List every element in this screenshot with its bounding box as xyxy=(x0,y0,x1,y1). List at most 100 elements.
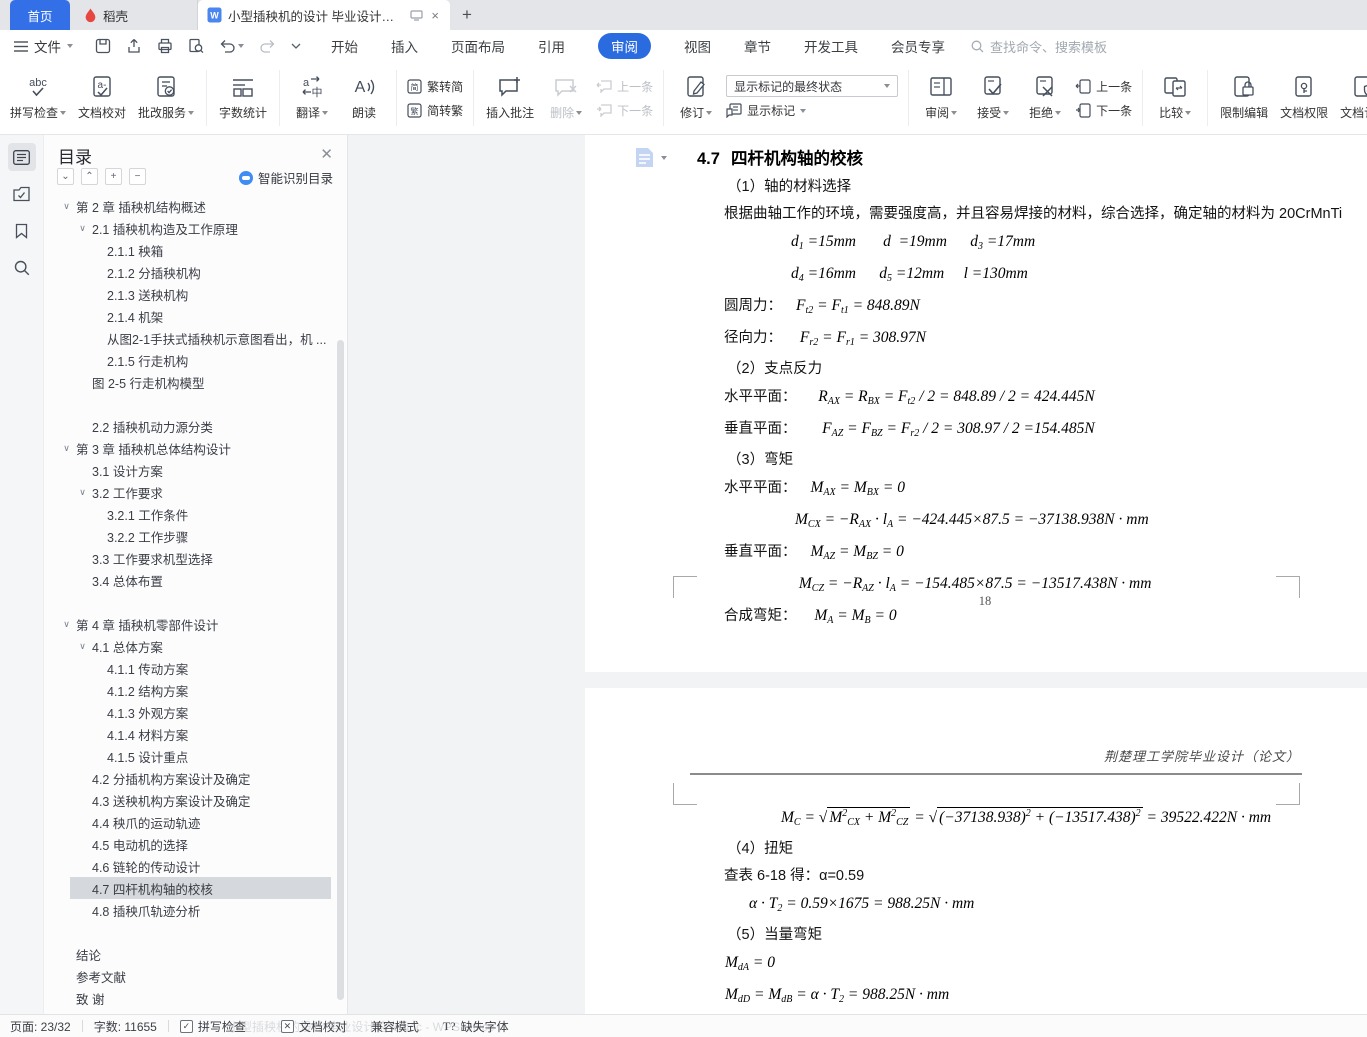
menu-item[interactable]: 视图 xyxy=(684,36,711,56)
bookmark-pane-button[interactable] xyxy=(8,217,36,245)
toc-item[interactable]: 图 2-5 行走机构模型 xyxy=(44,371,347,393)
insert-comment-button[interactable]: 插入批注 xyxy=(480,65,540,131)
compare-button[interactable]: 比较 xyxy=(1149,65,1201,131)
toc-collapse-caret[interactable]: ∨ xyxy=(62,201,71,212)
task-pane-button[interactable] xyxy=(8,180,36,208)
document-page-19[interactable]: 荆楚理工学院毕业设计（论文） MC = √ M2CX + M2CZ = √ (−37… xyxy=(585,688,1367,1014)
toc-collapse-caret[interactable]: ∨ xyxy=(78,487,87,498)
close-icon[interactable]: ✕ xyxy=(320,145,333,163)
menu-item[interactable]: 章节 xyxy=(744,36,771,56)
word-count-button[interactable]: 字数统计 xyxy=(213,65,273,131)
toc-item[interactable]: ∨ 2.1 插秧机构造及工作原理 xyxy=(44,217,347,239)
toolbar-more-button[interactable] xyxy=(291,43,301,49)
menu-item[interactable]: 开始 xyxy=(331,36,358,56)
expand-all-button[interactable]: ⌄ xyxy=(57,168,74,185)
tab-docer[interactable]: 稻壳 xyxy=(70,0,198,30)
toc-item[interactable]: 2.1.5 行走机构 xyxy=(44,349,347,371)
toc-scrollbar[interactable] xyxy=(337,340,344,1000)
menu-item[interactable]: 引用 xyxy=(538,36,565,56)
show-markup-button[interactable]: 显示标记 xyxy=(726,100,898,121)
trad-to-simp-button[interactable]: 简 繁转简 xyxy=(407,76,463,97)
toc-item[interactable]: ∨ 第 4 章 插秧机零部件设计 xyxy=(44,613,347,635)
toc-item[interactable]: 4.4 秧爪的运动轨迹 xyxy=(44,811,347,833)
tab-close-icon[interactable]: × xyxy=(429,8,441,23)
smart-toc-button[interactable]: 智能识别目录 xyxy=(238,168,333,187)
toc-item[interactable]: 参考文献 xyxy=(44,965,347,987)
next-change-button[interactable]: 下一条 xyxy=(1075,100,1132,121)
accept-button[interactable]: 接受 xyxy=(967,65,1019,131)
simp-to-trad-button[interactable]: 繁 简转繁 xyxy=(407,100,463,121)
toc-pane-button[interactable] xyxy=(7,143,36,171)
compat-mode-indicator[interactable]: 兼容模式 xyxy=(371,1018,419,1035)
translate-button[interactable]: a中 翻译 xyxy=(286,65,338,131)
file-menu[interactable]: 文件 xyxy=(14,36,73,56)
restrict-edit-button[interactable]: 限制编辑 xyxy=(1214,65,1274,131)
missing-fonts-button[interactable]: T? 缺失字体 xyxy=(443,1018,509,1035)
next-comment-button[interactable]: 下一条 xyxy=(596,100,653,121)
reject-button[interactable]: 拒绝 xyxy=(1019,65,1071,131)
correction-service-button[interactable]: 批改服务 xyxy=(132,65,200,131)
toc-item[interactable]: 4.1.1 传动方案 xyxy=(44,657,347,679)
find-pane-button[interactable] xyxy=(8,254,36,282)
menu-item[interactable]: 页面布局 xyxy=(451,36,505,56)
toc-item[interactable]: ∨ 第 3 章 插秧机总体结构设计 xyxy=(44,437,347,459)
toc-item[interactable]: 4.8 插秧爪轨迹分析 xyxy=(44,899,347,921)
toc-item[interactable]: 2.1.2 分插秧机构 xyxy=(44,261,347,283)
menu-item[interactable]: 会员专享 xyxy=(891,36,945,56)
read-aloud-button[interactable]: A 朗读 xyxy=(338,65,390,131)
toc-item[interactable]: 从图2-1手扶式插秧机示意图看出，机 ... xyxy=(44,327,347,349)
toc-item[interactable]: 4.1.3 外观方案 xyxy=(44,701,347,723)
toc-collapse-caret[interactable]: ∨ xyxy=(62,619,71,630)
toc-item[interactable]: 4.7 四杆机构轴的校核 xyxy=(70,877,331,899)
prev-change-button[interactable]: 上一条 xyxy=(1075,76,1132,97)
export-button[interactable] xyxy=(126,38,142,54)
collapse-all-button[interactable]: ⌃ xyxy=(81,168,98,185)
toc-item[interactable]: 3.3 工作要求机型选择 xyxy=(44,547,347,569)
spellcheck-toggle[interactable]: ✓ 拼写检查 xyxy=(179,1018,246,1035)
toc-item[interactable]: ∨ 4.1 总体方案 xyxy=(44,635,347,657)
toc-item[interactable]: 4.3 送秧机构方案设计及确定 xyxy=(44,789,347,811)
zoom-out-toc-button[interactable]: − xyxy=(129,168,146,185)
toc-item[interactable]: 3.1 设计方案 xyxy=(44,459,347,481)
tab-document[interactable]: W 小型插秧机的设计 毕业设计论文 × xyxy=(198,0,450,30)
print-button[interactable] xyxy=(157,38,173,54)
menu-item[interactable]: 插入 xyxy=(391,36,418,56)
toc-item[interactable]: 结论 xyxy=(44,943,347,965)
toc-item[interactable]: 4.1.2 结构方案 xyxy=(44,679,347,701)
toc-item[interactable]: 4.2 分插机构方案设计及确定 xyxy=(44,767,347,789)
tab-home[interactable]: 首页 xyxy=(10,0,70,30)
toc-collapse-caret[interactable]: ∨ xyxy=(62,443,71,454)
new-tab-button[interactable]: + xyxy=(450,0,484,30)
doc-permission-button[interactable]: 文档权限 xyxy=(1274,65,1334,131)
toc-item[interactable]: 3.2.1 工作条件 xyxy=(44,503,347,525)
proofread-toggle[interactable]: ✕ 文档校对 xyxy=(280,1018,347,1035)
toc-item[interactable]: 2.1.3 送秧机构 xyxy=(44,283,347,305)
review-pane-button[interactable]: 审阅 xyxy=(915,65,967,131)
delete-comment-button[interactable]: 删除 xyxy=(540,65,592,131)
doc-certify-button[interactable]: 文档认证 xyxy=(1334,65,1367,131)
spellcheck-button[interactable]: abc 拼写检查 xyxy=(4,65,72,131)
proofread-button[interactable]: a- 文档校对 xyxy=(72,65,132,131)
command-search[interactable]: 查找命令、搜索模板 xyxy=(971,37,1107,56)
toc-item[interactable]: 2.2 插秧机动力源分类 xyxy=(44,415,347,437)
paragraph-handle[interactable] xyxy=(635,147,667,168)
markup-state-combobox[interactable]: 显示标记的最终状态 xyxy=(726,75,899,97)
menu-item[interactable]: 开发工具 xyxy=(804,36,858,56)
undo-button[interactable] xyxy=(219,39,244,54)
toc-item[interactable]: 4.1.4 材料方案 xyxy=(44,723,347,745)
save-button[interactable] xyxy=(95,38,111,54)
word-count-indicator[interactable]: 字数: 11655 xyxy=(94,1018,157,1035)
print-preview-button[interactable] xyxy=(188,38,204,54)
toc-item[interactable]: 4.1.5 设计重点 xyxy=(44,745,347,767)
track-changes-button[interactable]: 修订 xyxy=(670,65,722,131)
redo-button[interactable] xyxy=(259,39,276,54)
toc-item[interactable]: 4.6 链轮的传动设计 xyxy=(44,855,347,877)
document-page-18[interactable]: 4.7 四杆机构轴的校核 （1）轴的材料选择 根据曲轴工作的环境，需要强度高，并且容易… xyxy=(585,135,1367,672)
toc-collapse-caret[interactable]: ∨ xyxy=(78,641,87,652)
zoom-in-toc-button[interactable]: + xyxy=(105,168,122,185)
prev-comment-button[interactable]: 上一条 xyxy=(596,76,653,97)
toc-item[interactable]: ∨ 第 2 章 插秧机结构概述 xyxy=(44,195,347,217)
toc-item[interactable]: 3.2.2 工作步骤 xyxy=(44,525,347,547)
menu-item[interactable]: 审阅 xyxy=(598,33,651,59)
toc-item[interactable]: 4.5 电动机的选择 xyxy=(44,833,347,855)
